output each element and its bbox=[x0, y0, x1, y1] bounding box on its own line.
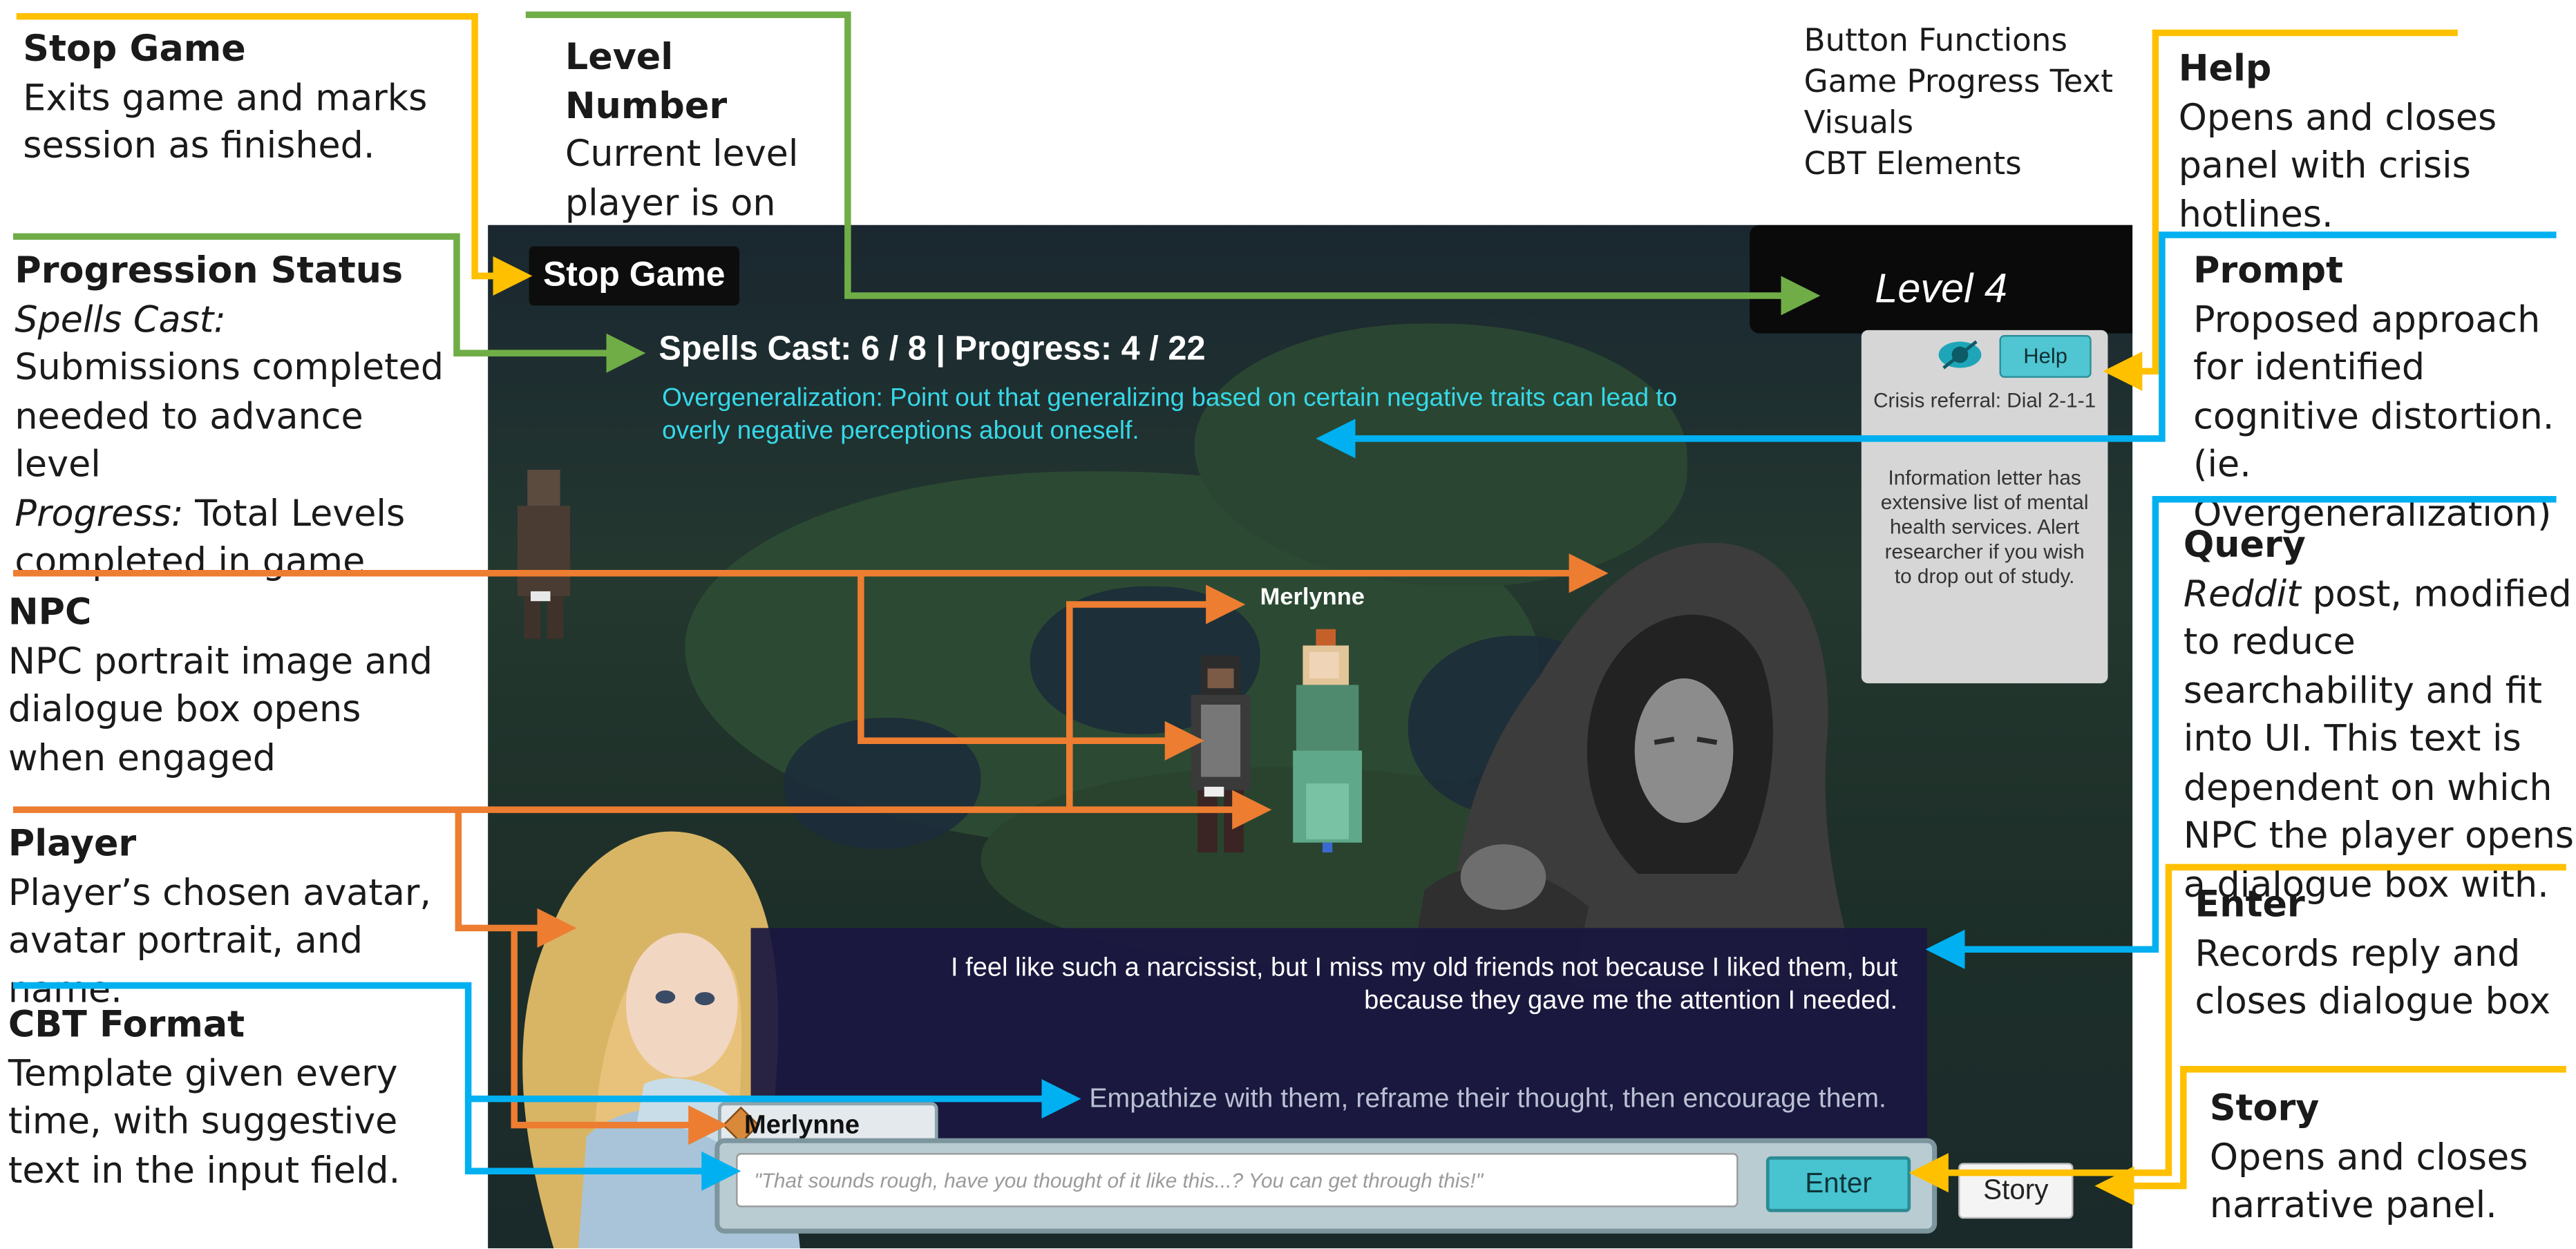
annotation-help: Help Opens and closes panel with crisis … bbox=[2179, 46, 2573, 240]
cbt-prompt: Overgeneralization: Point out that gener… bbox=[662, 384, 1678, 446]
annotation-stop-game: Stop Game Exits game and marks session a… bbox=[23, 26, 466, 171]
reply-input[interactable] bbox=[736, 1153, 1739, 1208]
annotation-title: Player bbox=[8, 824, 137, 866]
annotation-term: Spells Cast: bbox=[15, 299, 226, 341]
annotation-title: Story bbox=[2209, 1089, 2320, 1130]
help-button[interactable]: Help bbox=[1999, 335, 2092, 378]
color-legend: Button Functions Game Progress Text Visu… bbox=[1804, 21, 2113, 186]
annotation-desc: Current level player is on bbox=[565, 134, 799, 225]
cbt-template-text: Empathize with them, reframe their thoug… bbox=[1089, 1084, 1886, 1114]
annotation-enter: Enter Records reply and closes dialogue … bbox=[2195, 882, 2564, 1027]
annotation-desc: Opens and closes panel with crisis hotli… bbox=[2178, 97, 2497, 236]
annotation-desc: Template given every time, with suggesti… bbox=[8, 1053, 401, 1192]
annotation-title: Stop Game bbox=[23, 29, 246, 71]
crisis-referral-text: Crisis referral: Dial 2-1-1 bbox=[1873, 389, 2096, 412]
legend-item: Button Functions bbox=[1803, 23, 2067, 59]
annotation-progression: Progression Status Spells Cast: Submissi… bbox=[15, 248, 445, 587]
enter-button[interactable]: Enter bbox=[1765, 1156, 1911, 1212]
annotation-desc: Exits game and marks session as finished… bbox=[23, 77, 428, 168]
level-indicator: Level 4 bbox=[1750, 225, 2133, 334]
reply-input-frame: Enter bbox=[714, 1138, 1938, 1234]
npc-name-label: Merlynne bbox=[1260, 584, 1365, 611]
annotation-title: Help bbox=[2178, 49, 2272, 90]
annotation-cbt-format: CBT Format Template given every time, wi… bbox=[8, 1002, 468, 1196]
story-button[interactable]: Story bbox=[1958, 1163, 2074, 1219]
annotation-title: Enter bbox=[2195, 885, 2305, 926]
stop-game-button[interactable]: Stop Game bbox=[529, 246, 739, 306]
npc-sprite bbox=[1191, 655, 1251, 852]
annotation-desc: Opens and closes narrative panel. bbox=[2209, 1137, 2528, 1228]
annotation-term: Reddit bbox=[2183, 573, 2301, 616]
annotation-desc: Proposed approach for identified cogniti… bbox=[2193, 299, 2555, 535]
npc-query-text: I feel like such a narcissist, but I mis… bbox=[950, 954, 1898, 1016]
annotation-desc: post, modified to reduce searchability a… bbox=[2183, 573, 2574, 906]
annotation-prompt: Prompt Proposed approach for identified … bbox=[2193, 248, 2575, 539]
annotation-title: CBT Format bbox=[8, 1005, 245, 1047]
annotation-level-number: Level Number Current level player is on bbox=[565, 35, 844, 229]
annotation-title: Query bbox=[2183, 525, 2306, 567]
annotation-term: Progress: bbox=[15, 493, 184, 535]
annotation-title: NPC bbox=[8, 593, 92, 634]
annotation-title: Level Number bbox=[565, 37, 728, 128]
annotation-npc: NPC NPC portrait image and dialogue box … bbox=[8, 590, 452, 784]
statue-sprite bbox=[517, 469, 571, 639]
annotation-desc: Player’s chosen avatar, avatar portrait,… bbox=[8, 873, 432, 1011]
annotation-desc: Records reply and closes dialogue box bbox=[2195, 933, 2551, 1024]
legend-item: Visuals bbox=[1803, 105, 1914, 142]
eye-icon[interactable] bbox=[1937, 340, 1983, 370]
annotation-story: Story Opens and closes narrative panel. bbox=[2210, 1086, 2555, 1231]
info-letter-text: Information letter has extensive list of… bbox=[1880, 466, 2089, 589]
npc-portrait bbox=[1408, 542, 1860, 989]
legend-item: Game Progress Text bbox=[1803, 64, 2113, 101]
legend-item: CBT Elements bbox=[1803, 146, 2022, 182]
game-screen: Stop Game Level 4 Spells Cast: 6 / 8 | P… bbox=[488, 225, 2133, 1248]
progress-status: Spells Cast: 6 / 8 | Progress: 4 / 22 bbox=[659, 330, 1206, 368]
annotation-query: Query Reddit post, modified to reduce se… bbox=[2184, 522, 2575, 910]
annotation-player: Player Player’s chosen avatar, avatar po… bbox=[8, 821, 460, 1016]
annotation-desc: NPC portrait image and dialogue box open… bbox=[8, 641, 433, 780]
annotation-desc: Submissions completed needed to advance … bbox=[15, 348, 444, 486]
help-panel: Help Crisis referral: Dial 2-1-1 Informa… bbox=[1861, 330, 2108, 684]
player-sprite bbox=[1293, 629, 1363, 852]
annotation-title: Progression Status bbox=[15, 251, 404, 293]
annotation-title: Prompt bbox=[2193, 251, 2344, 293]
